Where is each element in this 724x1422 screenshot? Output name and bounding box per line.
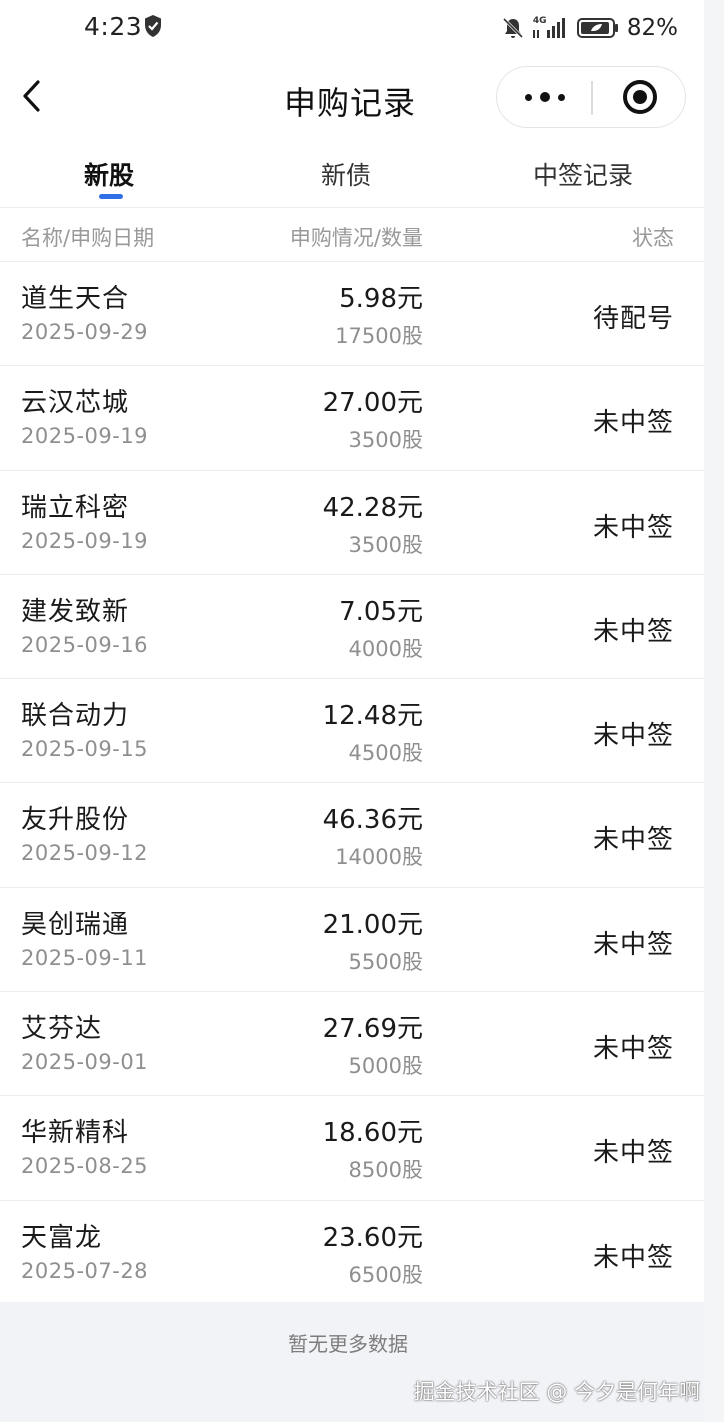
- record-price: 23.60元: [322, 1222, 423, 1253]
- more-dots-icon: [525, 92, 565, 102]
- tab-bar: 新股 新债 中签记录: [0, 150, 704, 208]
- no-more-data: 暂无更多数据: [288, 1332, 408, 1356]
- table-row[interactable]: 艾芬达 2025-09-01 27.69元 5000股 未中签: [0, 991, 704, 1095]
- record-price: 7.05元: [339, 596, 423, 627]
- record-date: 2025-07-28: [21, 1258, 149, 1283]
- record-name: 建发致新: [21, 596, 130, 627]
- record-status: 未中签: [592, 1034, 674, 1065]
- record-date: 2025-09-29: [21, 320, 149, 344]
- record-price: 18.60元: [322, 1118, 423, 1149]
- record-status: 待配号: [592, 304, 674, 334]
- record-quantity: 14000股: [335, 845, 423, 870]
- record-name: 友升股份: [21, 805, 130, 836]
- record-date: 2025-09-11: [21, 945, 149, 970]
- record-status: 未中签: [592, 825, 674, 856]
- tab-new-stock[interactable]: 新股: [84, 156, 134, 192]
- column-header: 名称/申购日期 申购情况/数量 状态: [0, 210, 704, 260]
- record-name: 联合动力: [21, 701, 130, 732]
- table-row[interactable]: 联合动力 2025-09-15 12.48元 4500股 未中签: [0, 678, 704, 782]
- status-time: 4:23: [84, 12, 143, 41]
- col-price-qty: 申购情况/数量: [289, 226, 423, 250]
- col-name-date: 名称/申购日期: [21, 226, 155, 250]
- battery-icon: [576, 18, 618, 38]
- table-row[interactable]: 瑞立科密 2025-09-19 42.28元 3500股 未中签: [0, 469, 704, 574]
- record-name: 瑞立科密: [21, 492, 130, 523]
- record-name: 昊创瑞通: [21, 909, 130, 940]
- shield-check-icon: [145, 15, 161, 37]
- record-quantity: 5500股: [348, 949, 423, 974]
- col-status: 状态: [632, 226, 674, 250]
- record-status: 未中签: [592, 929, 674, 960]
- side-strip: [704, 0, 724, 1422]
- record-date: 2025-09-15: [21, 737, 149, 762]
- table-row[interactable]: 华新精科 2025-08-25 18.60元 8500股 未中签: [0, 1095, 704, 1199]
- record-name: 云汉芯城: [21, 388, 130, 419]
- record-date: 2025-09-12: [21, 841, 149, 866]
- record-price: 27.69元: [322, 1014, 423, 1045]
- record-price: 46.36元: [322, 805, 423, 836]
- status-icons: 4G 82%: [501, 12, 678, 44]
- tab-winning-record[interactable]: 中签记录: [533, 156, 633, 192]
- table-row[interactable]: 云汉芯城 2025-09-19 27.00元 3500股 未中签: [0, 365, 704, 469]
- record-quantity: 3500股: [348, 532, 423, 557]
- mini-program-capsule: [496, 66, 686, 128]
- table-row[interactable]: 天富龙 2025-07-28 23.60元 6500股 未中签: [0, 1199, 704, 1304]
- watermark: 掘金技术社区 @ 今夕是何年啊: [413, 1380, 700, 1404]
- battery-percent: 82%: [626, 15, 678, 41]
- status-bar: 4:23 4G 82%: [0, 0, 724, 56]
- record-quantity: 17500股: [335, 324, 423, 348]
- bell-off-icon: [502, 17, 523, 39]
- record-list: 道生天合 2025-09-29 5.98元 17500股 待配号云汉芯城 2025-09-…: [0, 261, 704, 1304]
- record-date: 2025-09-19: [21, 528, 149, 553]
- table-row[interactable]: 建发致新 2025-09-16 7.05元 4000股 未中签: [0, 573, 704, 678]
- close-miniprogram-button[interactable]: [593, 67, 685, 127]
- more-button[interactable]: [497, 67, 591, 127]
- table-row[interactable]: 昊创瑞通 2025-09-11 21.00元 5500股 未中签: [0, 886, 704, 991]
- tab-new-bond[interactable]: 新债: [321, 156, 371, 192]
- record-name: 道生天合: [21, 284, 130, 314]
- signal-icon: 4G: [532, 16, 569, 40]
- record-status: 未中签: [592, 512, 674, 543]
- target-icon: [623, 80, 657, 114]
- record-price: 42.28元: [322, 492, 423, 523]
- record-price: 27.00元: [322, 388, 423, 419]
- record-price: 21.00元: [322, 909, 423, 940]
- record-date: 2025-09-01: [21, 1050, 149, 1075]
- divider: [0, 207, 704, 208]
- record-date: 2025-08-25: [21, 1154, 149, 1179]
- record-date: 2025-09-16: [21, 632, 149, 657]
- table-row[interactable]: 友升股份 2025-09-12 46.36元 14000股 未中签: [0, 782, 704, 886]
- record-quantity: 8500股: [348, 1158, 423, 1183]
- record-quantity: 3500股: [348, 428, 423, 453]
- record-name: 天富龙: [21, 1222, 103, 1253]
- record-price: 12.48元: [322, 701, 423, 732]
- nav-header: 申购记录: [0, 60, 704, 136]
- record-name: 艾芬达: [21, 1014, 103, 1045]
- record-status: 未中签: [592, 408, 674, 439]
- record-quantity: 4500股: [348, 741, 423, 766]
- tab-indicator: [99, 194, 123, 199]
- record-price: 5.98元: [339, 284, 423, 314]
- record-status: 未中签: [592, 616, 674, 647]
- record-name: 华新精科: [21, 1118, 130, 1149]
- record-status: 未中签: [592, 721, 674, 752]
- record-date: 2025-09-19: [21, 424, 149, 449]
- table-row[interactable]: 道生天合 2025-09-29 5.98元 17500股 待配号: [0, 261, 704, 365]
- record-status: 未中签: [592, 1138, 674, 1169]
- record-quantity: 6500股: [348, 1262, 423, 1287]
- record-status: 未中签: [592, 1242, 674, 1273]
- record-quantity: 5000股: [348, 1054, 423, 1079]
- record-quantity: 4000股: [348, 636, 423, 661]
